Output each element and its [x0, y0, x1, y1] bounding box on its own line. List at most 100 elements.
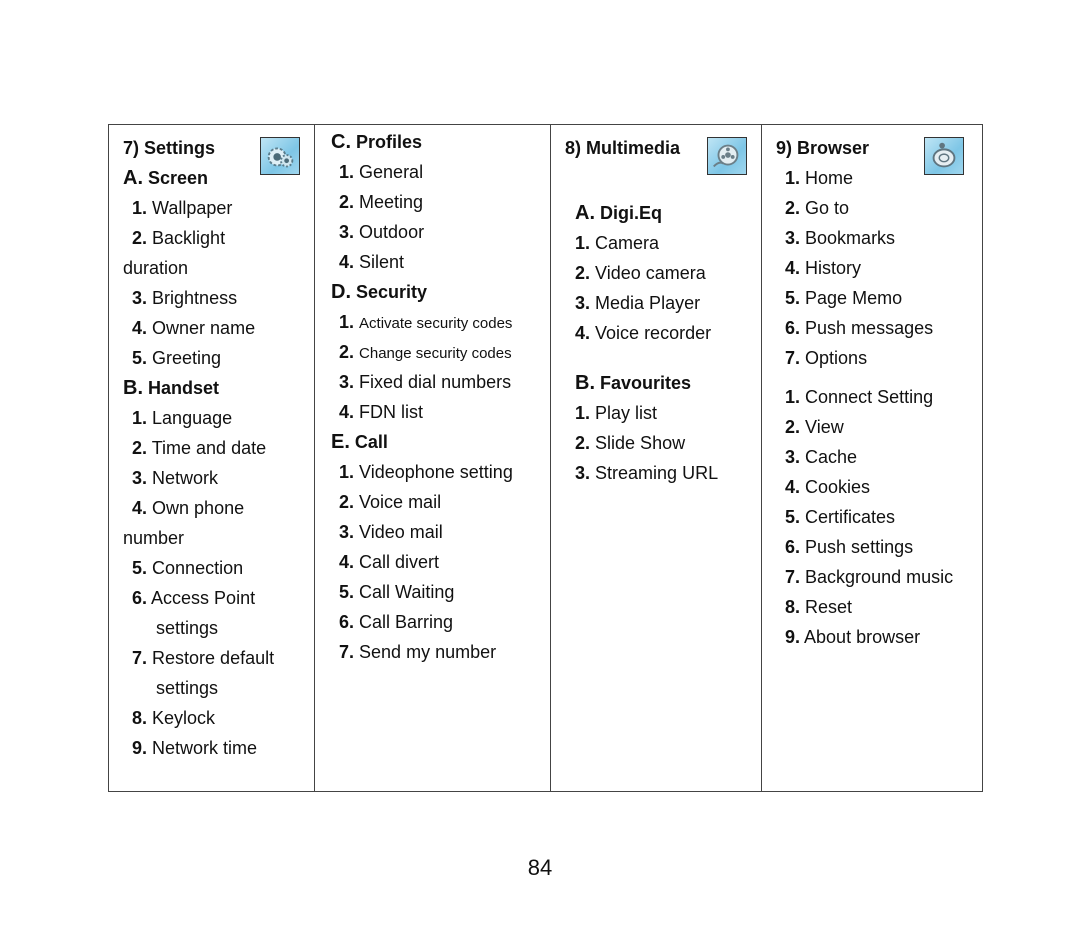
item-number: 2.	[575, 263, 591, 283]
section-title: Digi.Eq	[600, 203, 663, 223]
item-number: 2.	[132, 438, 148, 458]
section-title: Favourites	[600, 373, 692, 393]
menu-item: 5. Call Waiting	[339, 581, 454, 603]
item-label: Keylock	[152, 708, 216, 728]
item-label: Language	[152, 408, 233, 428]
item-label: Reset	[805, 597, 853, 617]
section-title: Handset	[148, 378, 220, 398]
menu-item: 6. Access Point	[132, 587, 255, 609]
menu-item: 5. Connection	[132, 557, 243, 579]
menu-item: 1. Play list	[575, 402, 657, 424]
item-label: Voice recorder	[595, 323, 712, 343]
item-label-continuation: settings	[156, 618, 219, 638]
menu-item: 2. Change security codes	[339, 341, 512, 365]
menu-item: 9. Network time	[132, 737, 257, 759]
item-label: Media Player	[595, 293, 701, 313]
menu-item: 6. Push messages	[785, 317, 933, 339]
item-label: Fixed dial numbers	[359, 372, 512, 392]
item-number: 3.	[575, 293, 591, 313]
item-label: Network time	[152, 738, 258, 758]
item-number: 7.	[785, 567, 801, 587]
item-number: 6.	[785, 537, 801, 557]
menu-item: 2. Time and date	[132, 437, 266, 459]
item-label: Call Barring	[359, 612, 454, 632]
menu-item: 5. Page Memo	[785, 287, 902, 309]
item-number: 2.	[339, 492, 355, 512]
item-label: Wallpaper	[152, 198, 233, 218]
item-label: Background music	[805, 567, 954, 587]
menu-item: 1. Videophone setting	[339, 461, 513, 483]
item-number: 3.	[339, 522, 355, 542]
section-heading: C. Profiles	[331, 131, 422, 153]
item-number: 5.	[132, 348, 148, 368]
menu-item: 4. Owner name	[132, 317, 255, 339]
item-number: 3.	[575, 463, 591, 483]
item-label: Activate security codes	[359, 315, 513, 332]
item-number: 2.	[785, 198, 801, 218]
section-heading: B. Favourites	[575, 372, 691, 394]
item-number: 6.	[132, 588, 148, 608]
menu-item: 3. Brightness	[132, 287, 237, 309]
menu-item: 1. Camera	[575, 232, 659, 254]
item-label: Camera	[595, 233, 660, 253]
menu-item: 5. Certificates	[785, 506, 895, 528]
menu-item: 7. Background music	[785, 566, 953, 588]
browser-globe-icon	[924, 137, 964, 175]
menu-item: 2. Go to	[785, 197, 849, 219]
item-label: View	[805, 417, 844, 437]
menu-item: 3. Video mail	[339, 521, 443, 543]
section-letter: A.	[575, 202, 595, 224]
item-number: 2.	[132, 228, 148, 248]
item-label: About browser	[804, 627, 921, 647]
section-title: Call	[354, 432, 388, 452]
item-number: 4.	[575, 323, 591, 343]
item-number: 4.	[339, 552, 355, 572]
settings-gears-icon	[260, 137, 300, 175]
item-label: Push messages	[805, 318, 934, 338]
item-number: 1.	[339, 462, 355, 482]
item-number: 3.	[339, 222, 355, 242]
item-number: 6.	[785, 318, 801, 338]
page-number: 84	[527, 855, 553, 880]
menu-item: 7. Options	[785, 347, 867, 369]
item-number: 4.	[785, 477, 801, 497]
item-label: Go to	[805, 198, 850, 218]
item-label: Page Memo	[805, 288, 903, 308]
menu-item: 1. Wallpaper	[132, 197, 232, 219]
item-number: 3.	[785, 228, 801, 248]
item-label: Cache	[805, 447, 858, 467]
column-header: 8) Multimedia	[565, 138, 681, 158]
item-label: Videophone setting	[359, 462, 513, 482]
item-label: Push settings	[805, 537, 914, 557]
menu-item: 1. Activate security codes	[339, 311, 512, 335]
item-label: Bookmarks	[805, 228, 896, 248]
menu-item: 6. Call Barring	[339, 611, 453, 633]
menu-item: 3. Media Player	[575, 292, 700, 314]
item-number: 4.	[339, 402, 355, 422]
item-label-continuation: number	[123, 528, 185, 548]
item-label: Meeting	[359, 192, 424, 212]
section-heading: D. Security	[331, 281, 427, 303]
column-header: 9) Browser	[776, 138, 870, 158]
item-number: 6.	[339, 612, 355, 632]
menu-item: 6. Push settings	[785, 536, 913, 558]
item-number: 2.	[575, 433, 591, 453]
menu-item: 4. Silent	[339, 251, 404, 273]
menu-item: 3. Network	[132, 467, 218, 489]
item-label: Owner name	[152, 318, 256, 338]
section-letter: B.	[123, 377, 143, 399]
item-number: 1.	[132, 408, 148, 428]
section-heading: B. Handset	[123, 377, 219, 399]
section-title: Security	[356, 282, 428, 302]
item-number: 3.	[339, 372, 355, 392]
item-number: 9.	[132, 738, 148, 758]
item-label: Access Point	[151, 588, 256, 608]
item-label: Home	[805, 168, 854, 188]
item-number: 1.	[339, 162, 355, 182]
item-label: Slide Show	[595, 433, 686, 453]
item-label: Network	[152, 468, 219, 488]
item-number: 8.	[132, 708, 148, 728]
item-number: 1.	[132, 198, 148, 218]
item-number: 3.	[132, 288, 148, 308]
section-title: Profiles	[356, 132, 423, 152]
